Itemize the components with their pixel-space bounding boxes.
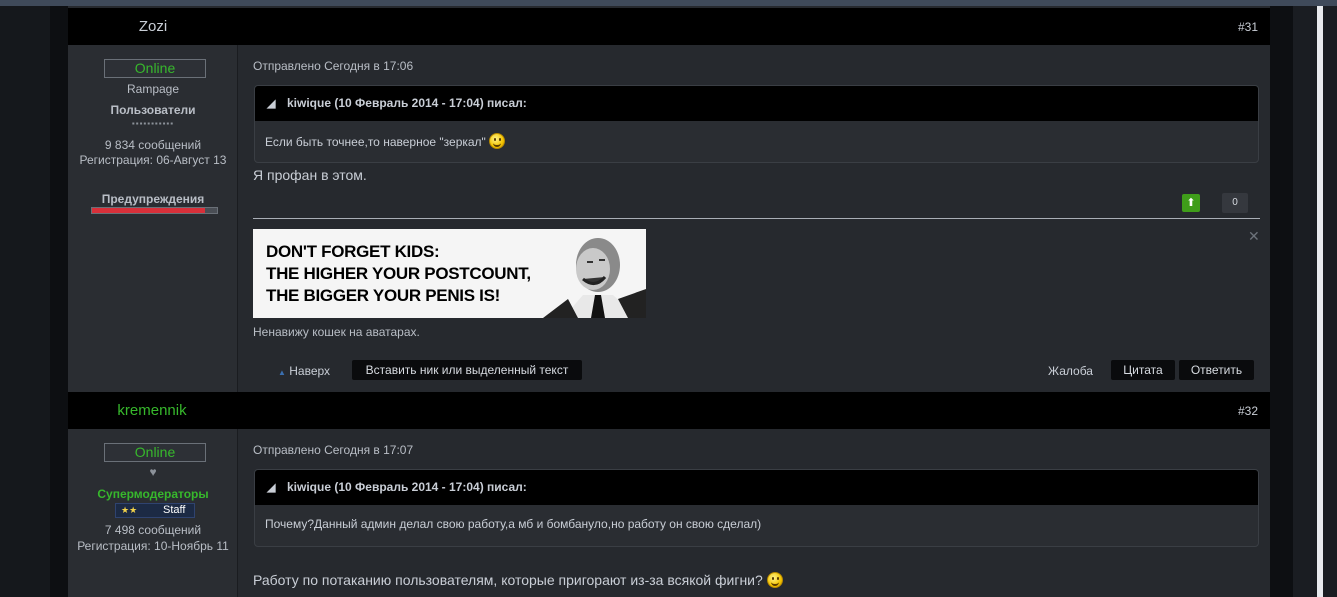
signature-banner-text: DON'T FORGET KIDS: THE HIGHER YOUR POSTC… — [266, 241, 531, 307]
staff-badge: ★★ Staff — [115, 503, 195, 518]
signature-divider — [253, 218, 1260, 219]
star-icon: ★★ — [121, 505, 138, 515]
post-text: Я профан в этом. — [253, 167, 367, 183]
post-number[interactable]: #32 — [1238, 404, 1258, 418]
quote-arrow-icon: ◢ — [267, 98, 276, 110]
message-count: 7 498 сообщений — [104, 523, 202, 537]
online-status-badge: Online — [104, 443, 206, 462]
quote-text: Если быть точнее,то наверное "зеркал" — [265, 135, 486, 149]
quote-button[interactable]: Цитата — [1111, 360, 1175, 380]
signature-line: THE BIGGER YOUR PENIS IS! — [266, 286, 501, 305]
quote-author: kiwique (10 Февраль 2014 - 17:04) писал: — [287, 96, 527, 110]
smiley-icon — [489, 133, 506, 149]
warning-bar — [91, 207, 218, 214]
close-icon[interactable]: ✕ — [1248, 228, 1260, 245]
signature-caption: Ненавижу кошек на аватарах. — [253, 325, 420, 339]
signature-banner: DON'T FORGET KIDS: THE HIGHER YOUR POSTC… — [253, 229, 646, 318]
arrow-up-icon: ▲ — [278, 368, 286, 377]
left-margin — [0, 6, 50, 597]
quote-text: Почему?Данный админ делал свою работу,а … — [265, 517, 762, 531]
user-title: ♥ — [149, 465, 157, 479]
right-margin — [1293, 6, 1337, 597]
user-info-panel: Online ♥ Супермодераторы ★★ Staff 7 498 … — [68, 429, 238, 597]
back-to-top-link[interactable]: ▲ Наверх — [278, 364, 330, 378]
warnings-label[interactable]: Предупреждения — [68, 192, 238, 206]
arrow-up-icon: ⬆ — [1186, 197, 1196, 209]
back-to-top-label: Наверх — [289, 364, 331, 378]
post-content: Отправлено Сегодня в 17:06 ◢ kiwique (10 … — [253, 45, 1260, 392]
quote-body: Если быть точнее,то наверное "зеркал" — [255, 121, 1258, 149]
user-info-panel: Online Rampage Пользователи ▪▪▪▪▪▪▪▪▪▪▪ … — [68, 45, 238, 392]
post-header: kremennik #32 — [68, 392, 1270, 429]
reputation-up-button[interactable]: ⬆ — [1182, 194, 1200, 212]
post-number[interactable]: #31 — [1238, 20, 1258, 34]
reply-button[interactable]: Ответить — [1179, 360, 1254, 380]
staff-badge-label: Staff — [163, 504, 186, 516]
post-text: Работу по потаканию пользователям, котор… — [253, 572, 783, 588]
warning-bar-fill — [92, 208, 205, 213]
user-group: Супермодераторы — [97, 487, 209, 501]
message-count: 9 834 сообщений — [104, 138, 202, 152]
user-title: Rampage — [126, 82, 180, 96]
signature-photo — [543, 238, 646, 318]
rank-pips: ▪▪▪▪▪▪▪▪▪▪▪ — [131, 119, 175, 128]
signature-line: THE HIGHER YOUR POSTCOUNT, — [266, 264, 531, 283]
quote-body: Почему?Данный админ делал свою работу,а … — [255, 505, 1258, 531]
quote-header: ◢ kiwique (10 Февраль 2014 - 17:04) писал… — [255, 86, 1258, 121]
report-link[interactable]: Жалоба — [1048, 364, 1093, 378]
post-date[interactable]: Отправлено Сегодня в 17:07 — [253, 443, 413, 457]
smiley-icon — [766, 572, 783, 588]
online-status-badge: Online — [104, 59, 206, 78]
post-date[interactable]: Отправлено Сегодня в 17:06 — [253, 59, 413, 73]
forum-thread: Zozi #31 Online Rampage Пользователи ▪▪▪… — [68, 6, 1270, 597]
post-header: Zozi #31 — [68, 8, 1270, 45]
quote-block: ◢ kiwique (10 Февраль 2014 - 17:04) писал… — [254, 469, 1259, 547]
user-group: Пользователи — [110, 103, 196, 117]
post-text-content: Работу по потаканию пользователям, котор… — [253, 572, 763, 588]
quote-arrow-icon: ◢ — [267, 482, 276, 494]
quote-author: kiwique (10 Февраль 2014 - 17:04) писал: — [287, 480, 527, 494]
post-author[interactable]: kremennik — [67, 402, 237, 419]
signature-line: DON'T FORGET KIDS: — [266, 242, 440, 261]
registration-date: Регистрация: 10-Ноябрь 11 — [77, 539, 229, 553]
registration-date: Регистрация: 06-Август 13 — [79, 153, 227, 167]
reputation-count: 0 — [1222, 193, 1248, 213]
quote-block: ◢ kiwique (10 Февраль 2014 - 17:04) писал… — [254, 85, 1259, 163]
quote-header: ◢ kiwique (10 Февраль 2014 - 17:04) писал… — [255, 470, 1258, 505]
post-author[interactable]: Zozi — [68, 18, 238, 35]
insert-nick-button[interactable]: Вставить ник или выделенный текст — [352, 360, 582, 380]
post-content: Отправлено Сегодня в 17:07 ◢ kiwique (10 … — [253, 429, 1260, 597]
